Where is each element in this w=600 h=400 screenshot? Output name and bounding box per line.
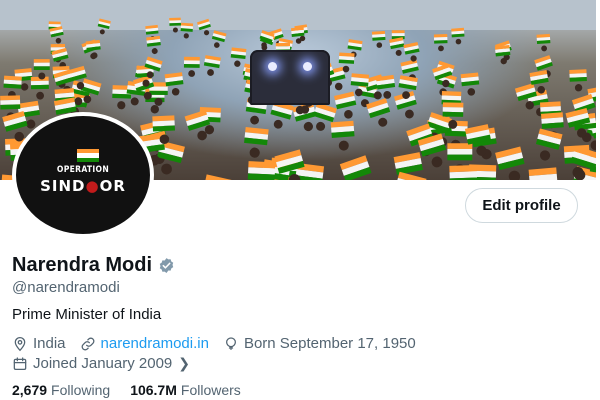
crowd-flag — [334, 91, 357, 119]
crowd-flag — [270, 100, 294, 129]
website[interactable]: narendramodi.in — [80, 335, 209, 352]
bio: Prime Minister of India — [12, 306, 162, 323]
profile-avatar[interactable]: OPERATION SIND●OR — [12, 112, 154, 238]
crowd-flag — [339, 155, 372, 180]
crowd-flag — [366, 98, 391, 127]
crowd-flag — [146, 35, 161, 55]
avatar-text-operation: OPERATION — [56, 165, 110, 175]
birthday-text: Born September 17, 1950 — [243, 335, 416, 352]
crowd-flag — [183, 56, 200, 77]
vehicle — [250, 50, 330, 105]
crowd-flag — [180, 22, 194, 39]
location-pin-icon — [14, 336, 26, 351]
display-name: Narendra Modi — [12, 254, 153, 276]
name-row: Narendra Modi — [12, 254, 175, 277]
crowd-flag — [451, 27, 465, 45]
profile-meta: India narendramodi.in Born September 17,… — [12, 335, 430, 352]
crowd-flag — [85, 39, 101, 59]
following-count: 2,679 — [12, 382, 48, 398]
user-handle: @narendramodi — [12, 279, 120, 296]
crowd-flag — [330, 120, 355, 151]
verified-badge-icon[interactable] — [158, 257, 175, 274]
vehicle-light — [303, 62, 312, 71]
crowd-flag — [30, 76, 49, 100]
crowd-flag — [460, 72, 480, 96]
followers-link[interactable]: 106.7M Followers — [130, 382, 241, 398]
calendar-icon — [13, 356, 27, 370]
crowd-flag — [169, 17, 181, 33]
crowd-flag — [396, 171, 427, 180]
crowd-flag — [205, 174, 235, 180]
balloon-icon — [225, 336, 236, 350]
website-link[interactable]: narendramodi.in — [101, 335, 209, 352]
following-link[interactable]: 2,679 Following — [12, 382, 110, 398]
vehicle-light — [268, 62, 277, 71]
crowd-flag — [403, 42, 420, 62]
crowd-flag — [291, 27, 305, 44]
followers-count: 106.7M — [130, 382, 177, 398]
location: India — [12, 335, 66, 352]
location-text: India — [33, 335, 66, 352]
edit-profile-button[interactable]: Edit profile — [465, 188, 578, 223]
following-label: Following — [51, 382, 111, 398]
chevron-right-icon: ❯ — [178, 355, 191, 371]
crowd-flag — [528, 167, 558, 180]
crowd-flag — [247, 161, 276, 180]
birthday: Born September 17, 1950 — [223, 335, 416, 352]
crowd-flag — [33, 59, 50, 80]
crowd-flag — [230, 47, 247, 67]
crowd-flag — [244, 126, 269, 158]
joined-date[interactable]: Joined January 2009 ❯ — [12, 355, 190, 372]
crowd-flag — [371, 30, 386, 48]
crowd-flag — [495, 146, 525, 180]
crowd-flag — [494, 44, 511, 65]
sindoor-dot-icon: ● — [85, 177, 100, 195]
follow-stats: 2,679 Following 106.7M Followers — [12, 382, 261, 398]
india-flag-icon — [77, 149, 99, 162]
avatar-text-sindoor: SIND●OR — [40, 177, 126, 195]
crowd-flag — [389, 37, 405, 56]
crowd-flag — [536, 33, 551, 52]
joined-text: Joined January 2009 — [33, 355, 173, 372]
followers-label: Followers — [180, 382, 241, 398]
crowd-flag — [449, 164, 478, 180]
crowd-flag — [569, 69, 587, 92]
crowd-flag — [535, 128, 563, 161]
crowd-flag — [203, 55, 221, 76]
link-icon — [81, 337, 94, 350]
crowd-flag — [211, 30, 227, 48]
crowd-flag — [433, 34, 448, 52]
